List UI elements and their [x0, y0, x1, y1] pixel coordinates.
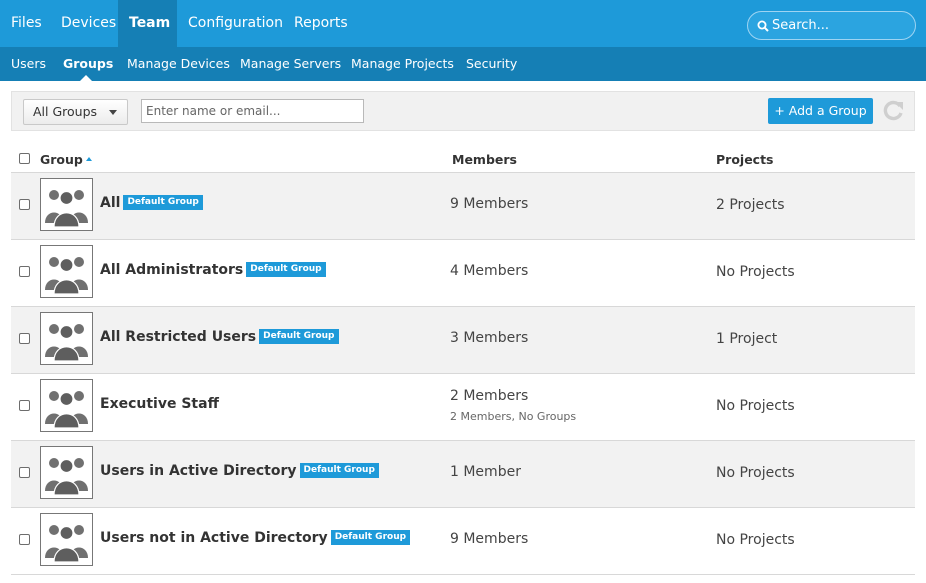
table-row[interactable]: Users not in Active Directory Default Gro… [11, 508, 915, 575]
group-avatar [40, 379, 93, 432]
subnav-security[interactable]: Security [466, 47, 517, 81]
table-header: Group Members Projects [11, 145, 915, 173]
group-filter-value: All Groups [33, 104, 98, 119]
group-name[interactable]: Users not in Active Directory [100, 530, 328, 546]
group-name[interactable]: All Restricted Users [100, 329, 256, 345]
members-count[interactable]: 9 Members [450, 196, 528, 212]
group-name-cell[interactable]: Users not in Active Directory Default Gro… [100, 530, 411, 546]
nav-reports[interactable]: Reports [283, 0, 359, 47]
nav-team[interactable]: Team [118, 0, 177, 47]
row-checkbox[interactable] [19, 467, 30, 478]
sub-navigation-bar: Users Groups Manage Devices Manage Serve… [0, 47, 926, 81]
members-count[interactable]: 3 Members [450, 330, 528, 346]
default-group-badge: Default Group [299, 463, 379, 478]
table-row[interactable]: All Default Group 9 Members 2 Projects [11, 173, 915, 240]
dropdown-caret-icon [109, 110, 117, 115]
group-name[interactable]: Users in Active Directory [100, 463, 297, 479]
group-avatar [40, 513, 93, 566]
members-count[interactable]: 2 Members [450, 388, 528, 404]
nav-configuration[interactable]: Configuration [177, 0, 294, 47]
group-name-cell[interactable]: Users in Active Directory Default Group [100, 463, 379, 479]
group-name[interactable]: Executive Staff [100, 396, 219, 412]
group-name-cell[interactable]: Executive Staff [100, 396, 219, 412]
group-avatar [40, 178, 93, 231]
group-avatar [40, 312, 93, 365]
groups-toolbar: All Groups + Add a Group [11, 91, 915, 131]
members-count[interactable]: 1 Member [450, 464, 521, 480]
active-tab-indicator [80, 75, 92, 81]
default-group-badge: Default Group [123, 195, 203, 210]
projects-count[interactable]: No Projects [716, 398, 795, 414]
default-group-badge: Default Group [259, 329, 339, 344]
members-count[interactable]: 4 Members [450, 263, 528, 279]
group-name-cell[interactable]: All Default Group [100, 195, 203, 211]
add-group-button[interactable]: + Add a Group [768, 98, 873, 124]
table-row[interactable]: All Administrators Default Group 4 Members… [11, 240, 915, 307]
row-checkbox[interactable] [19, 333, 30, 344]
projects-count[interactable]: No Projects [716, 264, 795, 280]
members-count[interactable]: 9 Members [450, 531, 528, 547]
search-icon [757, 20, 769, 32]
nav-devices[interactable]: Devices [50, 0, 127, 47]
row-checkbox[interactable] [19, 400, 30, 411]
group-name[interactable]: All [100, 195, 120, 211]
refresh-icon[interactable] [880, 98, 906, 124]
search-input[interactable] [772, 12, 912, 39]
members-detail: 2 Members, No Groups [450, 410, 577, 423]
subnav-manage-projects[interactable]: Manage Projects [351, 47, 454, 81]
projects-count[interactable]: 2 Projects [716, 197, 785, 213]
group-avatar [40, 245, 93, 298]
projects-count[interactable]: No Projects [716, 465, 795, 481]
top-navigation-bar: Files Devices Team Configuration Reports [0, 0, 926, 47]
column-header-group[interactable]: Group [40, 152, 83, 167]
group-name-cell[interactable]: All Restricted Users Default Group [100, 329, 339, 345]
column-header-projects[interactable]: Projects [716, 152, 774, 167]
subnav-manage-servers[interactable]: Manage Servers [240, 47, 341, 81]
projects-count[interactable]: No Projects [716, 532, 795, 548]
group-name[interactable]: All Administrators [100, 262, 243, 278]
table-row[interactable]: All Restricted Users Default Group 3 Membe… [11, 307, 915, 374]
default-group-badge: Default Group [246, 262, 326, 277]
global-search[interactable] [747, 11, 916, 40]
group-name-cell[interactable]: All Administrators Default Group [100, 262, 326, 278]
subnav-manage-devices[interactable]: Manage Devices [127, 47, 230, 81]
row-checkbox[interactable] [19, 266, 30, 277]
projects-count[interactable]: 1 Project [716, 331, 777, 347]
name-email-filter-input[interactable] [141, 99, 364, 123]
sort-ascending-icon[interactable] [86, 157, 92, 161]
select-all-checkbox[interactable] [19, 153, 30, 164]
row-checkbox[interactable] [19, 534, 30, 545]
group-avatar [40, 446, 93, 499]
table-row[interactable]: Users in Active Directory Default Group 1 … [11, 441, 915, 508]
nav-files[interactable]: Files [0, 0, 53, 47]
subnav-users[interactable]: Users [11, 47, 46, 81]
default-group-badge: Default Group [330, 530, 411, 545]
column-header-members[interactable]: Members [452, 152, 517, 167]
group-filter-dropdown[interactable]: All Groups [23, 99, 128, 125]
table-row[interactable]: Executive Staff 2 Members 2 Members, No Gr… [11, 374, 915, 441]
row-checkbox[interactable] [19, 199, 30, 210]
